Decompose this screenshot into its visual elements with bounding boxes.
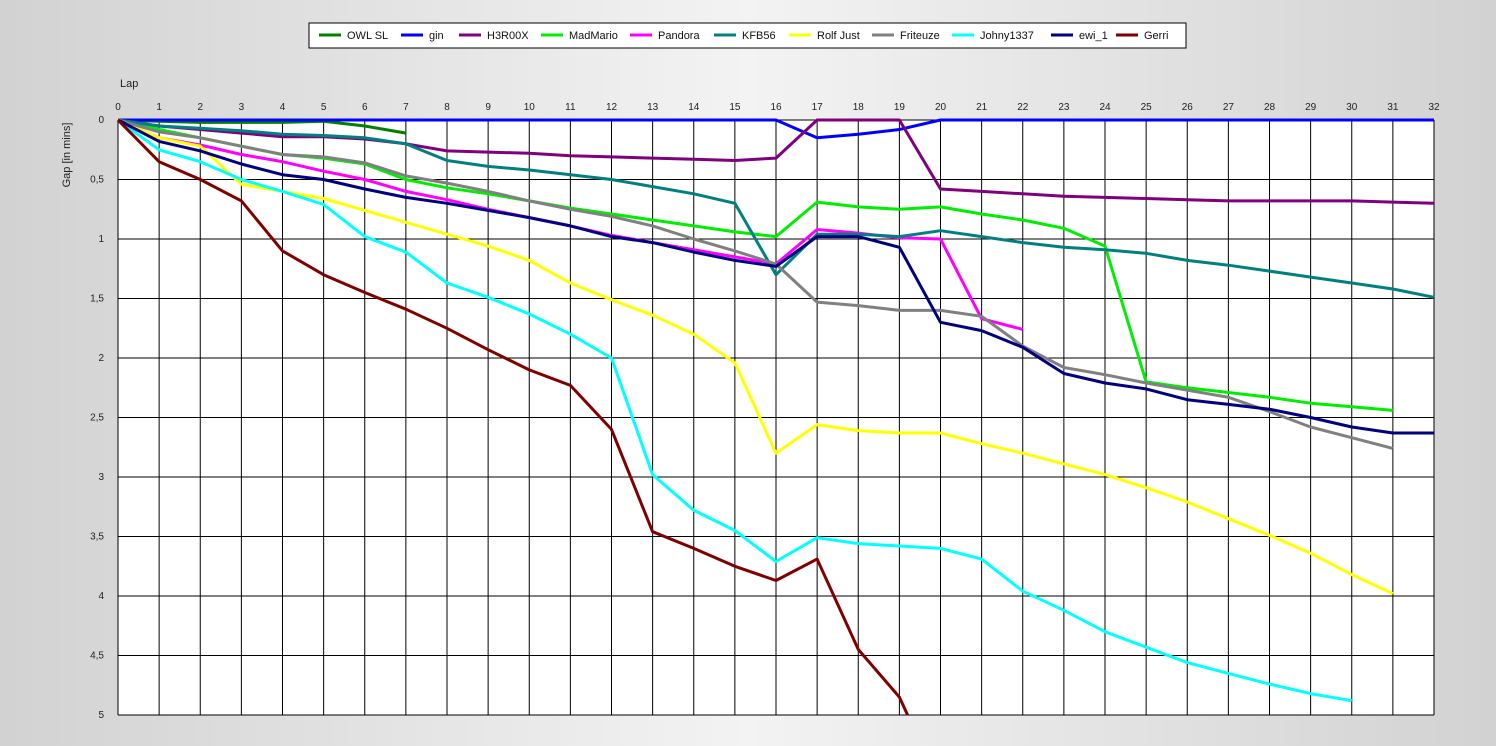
x-tick-label: 11 xyxy=(565,102,576,113)
legend-label: KFB56 xyxy=(742,30,776,42)
chart-canvas: 0 1 2 3 4 5 6 7 8 9 10 11 12 13 14 15 16 17 18 19 20 21 22 23 24… xyxy=(61,22,1440,721)
legend-label: OWL SL xyxy=(347,30,388,42)
legend-label: H3R00X xyxy=(487,30,529,42)
x-tick-label: 31 xyxy=(1387,102,1399,113)
x-tick-label: 3 xyxy=(239,102,245,113)
x-tick-label: 7 xyxy=(403,102,409,113)
x-tick-label: 10 xyxy=(524,102,536,113)
x-tick-label: 21 xyxy=(976,102,988,113)
x-tick-label: 24 xyxy=(1099,102,1111,113)
x-tick-label: 4 xyxy=(280,102,286,113)
y-tick-label: 0 xyxy=(98,115,104,126)
y-tick-label: 1 xyxy=(98,234,104,245)
x-tick-label: 27 xyxy=(1223,102,1235,113)
x-tick-label: 29 xyxy=(1305,102,1317,113)
x-tick-label: 28 xyxy=(1264,102,1276,113)
legend-label: ewi_1 xyxy=(1079,30,1108,42)
y-tick-label: 3 xyxy=(98,472,104,483)
x-tick-label: 18 xyxy=(853,102,865,113)
y-tick-label: 3,5 xyxy=(90,532,104,543)
x-tick-label: 8 xyxy=(444,102,450,113)
y-tick-label: 4,5 xyxy=(90,651,104,662)
x-tick-label: 19 xyxy=(894,102,906,113)
x-tick-label: 14 xyxy=(688,102,700,113)
x-tick-label: 1 xyxy=(156,102,162,113)
x-tick-label: 20 xyxy=(935,102,947,113)
legend-label: MadMario xyxy=(569,30,618,42)
x-tick-label: 23 xyxy=(1058,102,1070,113)
x-tick-label: 16 xyxy=(770,102,782,113)
x-tick-label: 30 xyxy=(1346,102,1358,113)
x-tick-label: 6 xyxy=(362,102,368,113)
x-tick-label: 13 xyxy=(647,102,659,113)
x-tick-label: 26 xyxy=(1182,102,1194,113)
legend-label: Rolf Just xyxy=(817,30,860,42)
x-tick-label: 15 xyxy=(729,102,741,113)
y-tick-label: 2,5 xyxy=(90,413,104,424)
legend-label: Gerri xyxy=(1144,30,1168,42)
legend-label: gin xyxy=(429,30,444,42)
y-tick-label: 0,5 xyxy=(90,175,104,186)
x-tick-label: 17 xyxy=(812,102,824,113)
x-tick-label: 5 xyxy=(321,102,327,113)
lap-gap-chart: 0 1 2 3 4 5 6 7 8 9 10 11 12 13 14 15 16 17 18 19 20 21 22 23 24… xyxy=(0,0,1496,746)
legend-label: Friteuze xyxy=(900,30,940,42)
x-tick-label: 0 xyxy=(115,102,121,113)
x-tick-label: 12 xyxy=(606,102,618,113)
y-tick-label: 4 xyxy=(98,591,104,602)
x-tick-label: 25 xyxy=(1141,102,1153,113)
x-tick-label: 22 xyxy=(1017,102,1029,113)
x-tick-label: 2 xyxy=(197,102,203,113)
y-tick-label: 5 xyxy=(98,710,104,721)
x-tick-label: 9 xyxy=(485,102,491,113)
legend-label: Johny1337 xyxy=(980,30,1034,42)
y-axis-title: Gap [in mins] xyxy=(61,123,73,188)
legend: OWL SL gin H3R00X MadMario Pandora KFB56 Rolf … xyxy=(308,22,1187,49)
y-tick-label: 1,5 xyxy=(90,294,104,305)
x-tick-label: 32 xyxy=(1428,102,1440,113)
x-axis-title: Lap xyxy=(120,78,138,90)
y-tick-label: 2 xyxy=(98,353,104,364)
legend-label: Pandora xyxy=(658,30,700,42)
